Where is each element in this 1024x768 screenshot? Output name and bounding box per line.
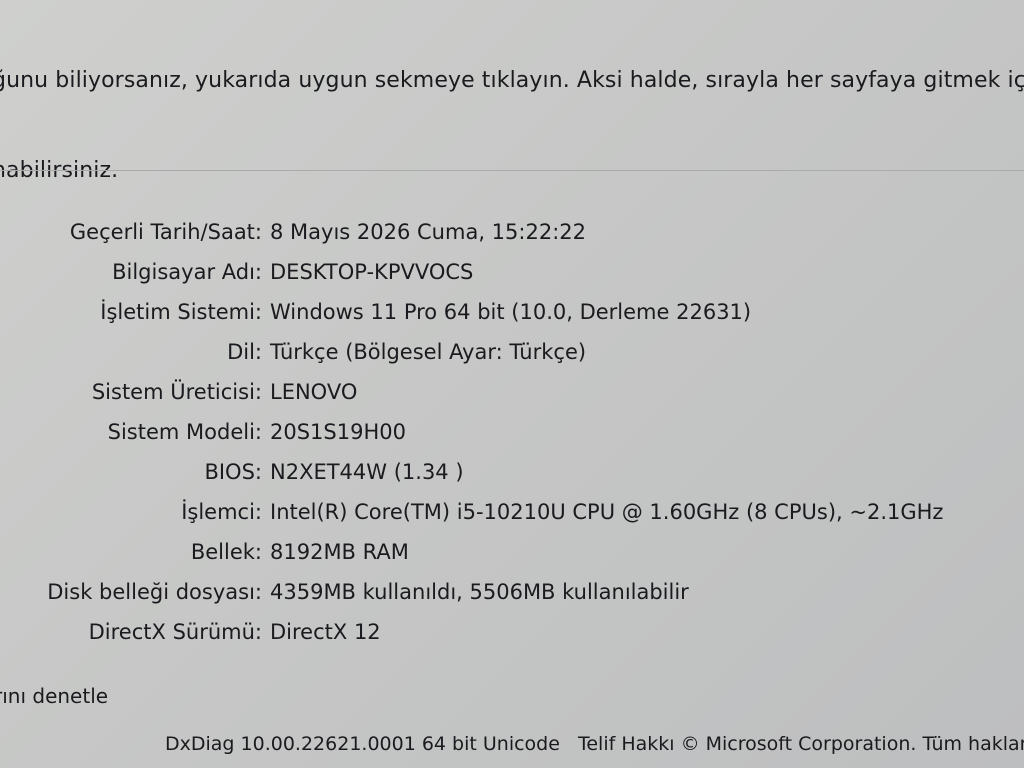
info-label: İşlemci: [181,500,262,524]
info-label: Disk belleği dosyası: [47,580,262,604]
info-value: 20S1S19H00 [270,420,406,444]
intro-line-2: nabilirsiniz. [0,158,119,183]
info-row-operating-system: İşletim Sistemi: Windows 11 Pro 64 bit (… [0,292,1024,332]
info-label: Sistem Üreticisi: [91,380,262,404]
info-label: DirectX Sürümü: [88,620,262,644]
info-label: Bellek: [190,540,262,564]
info-row-system-manufacturer: Sistem Üreticisi: LENOVO [0,372,1024,412]
info-value: 8192MB RAM [270,540,409,564]
dxdiag-version: DxDiag 10.00.22621.0001 64 bit Unicode [165,733,560,755]
info-row-current-datetime: Geçerli Tarih/Saat: 8 Mayıs 2026 Cuma, 1… [0,212,1024,252]
intro-line-1: ğunu biliyorsanız, yukarıda uygun sekmey… [0,68,1024,93]
info-value: 4359MB kullanıldı, 5506MB kullanılabilir [270,580,689,604]
info-row-language: Dil: Türkçe (Bölgesel Ayar: Türkçe) [0,332,1024,372]
footer-version-info: DxDiag 10.00.22621.0001 64 bit Unicode T… [165,733,1024,755]
whql-check-checkbox-label[interactable]: rını denetle [0,684,108,708]
info-label: Geçerli Tarih/Saat: [69,220,262,244]
info-row-system-model: Sistem Modeli: 20S1S19H00 [0,412,1024,452]
system-information-table: Geçerli Tarih/Saat: 8 Mayıs 2026 Cuma, 1… [0,212,1024,652]
info-row-directx-version: DirectX Sürümü: DirectX 12 [0,612,1024,652]
info-value: N2XET44W (1.34 ) [270,460,464,484]
intro-text: ğunu biliyorsanız, yukarıda uygun sekmey… [0,6,1024,216]
info-value: Intel(R) Core(TM) i5-10210U CPU @ 1.60GH… [270,500,944,524]
info-value: DirectX 12 [270,620,381,644]
info-label: İşletim Sistemi: [100,300,262,324]
info-value: 8 Mayıs 2026 Cuma, 15:22:22 [270,220,586,244]
info-row-page-file: Disk belleği dosyası: 4359MB kullanıldı,… [0,572,1024,612]
info-value: DESKTOP-KPVVOCS [270,260,474,284]
copyright-notice: Telif Hakkı © Microsoft Corporation. Tüm… [577,733,1024,755]
info-label: BIOS: [204,460,262,484]
info-label: Dil: [227,340,262,364]
info-label: Bilgisayar Adı: [112,260,262,284]
info-value: LENOVO [270,380,358,404]
info-label: Sistem Modeli: [107,420,262,444]
info-row-memory: Bellek: 8192MB RAM [0,532,1024,572]
info-row-computer-name: Bilgisayar Adı: DESKTOP-KPVVOCS [0,252,1024,292]
info-row-processor: İşlemci: Intel(R) Core(TM) i5-10210U CPU… [0,492,1024,532]
info-value: Windows 11 Pro 64 bit (10.0, Derleme 226… [270,300,752,324]
section-divider [0,170,1024,171]
info-value: Türkçe (Bölgesel Ayar: Türkçe) [270,340,587,364]
info-row-bios: BIOS: N2XET44W (1.34 ) [0,452,1024,492]
